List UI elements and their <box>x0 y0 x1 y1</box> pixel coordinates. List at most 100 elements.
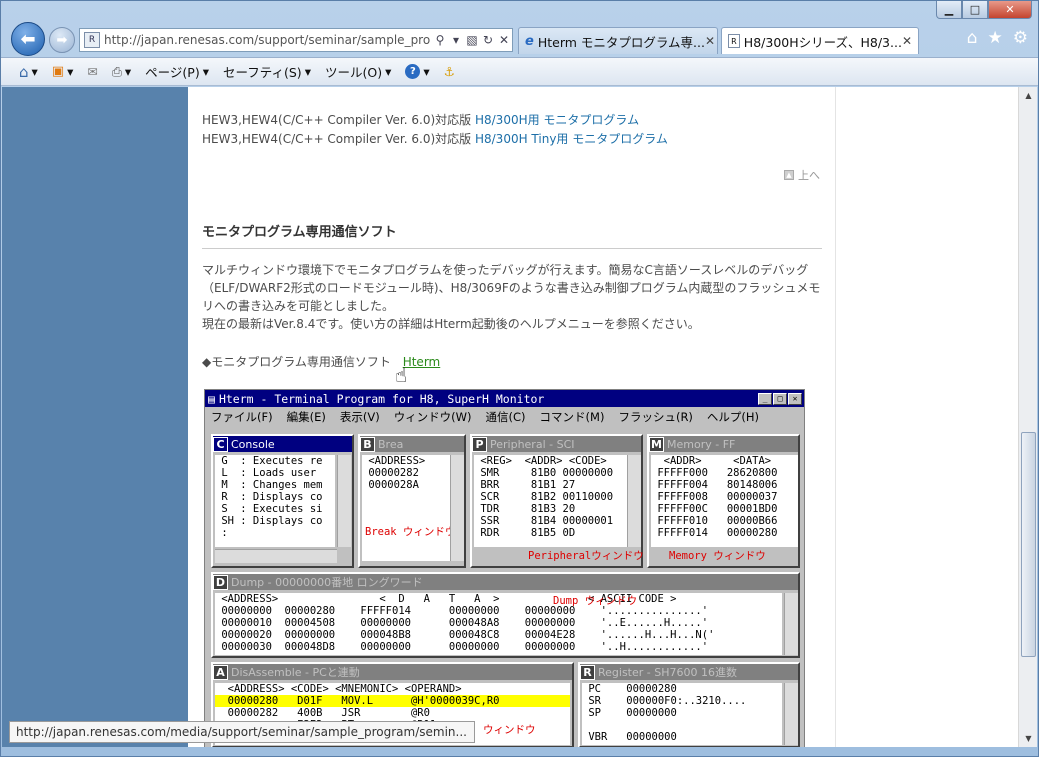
hterm-link[interactable]: Hterm <box>403 355 441 369</box>
dump-letter-icon: D <box>213 574 228 590</box>
memory-title: Memory - FF <box>667 437 736 451</box>
hterm-screenshot-image: ▤ Hterm - Terminal Program for H8, Super… <box>204 389 805 747</box>
print-icon: ⎙ <box>111 63 122 79</box>
download-line-1: HEW3,HEW4(C/C++ Compiler Ver. 6.0)対応版 H8… <box>202 111 639 128</box>
hterm-menu-item: 通信(C) <box>485 410 526 424</box>
help-icon: ? <box>405 64 421 79</box>
navigation-bar: ⬅ ➡ R http://japan.renesas.com/support/s… <box>1 19 1038 57</box>
break-titlebar: B Brea <box>360 436 464 452</box>
safety-menu[interactable]: セーフティ(S) ▾ <box>223 62 311 81</box>
description-text-1: マルチウィンドウ環境下でモニタプログラムを使ったデバッグが行えます。簡易なC言語… <box>202 263 821 313</box>
maximize-icon: □ <box>773 392 787 405</box>
break-text: <ADDRESS> 00000282 0000028A <box>362 455 450 561</box>
hterm-titlebar: ▤ Hterm - Terminal Program for H8, Super… <box>205 390 804 407</box>
renesas-favicon-icon: R <box>728 34 740 48</box>
console-subwindow: C Console G : Executes re L : Loads user … <box>211 434 354 568</box>
home-icon[interactable]: ⌂ <box>967 28 978 48</box>
break-subwindow: B Brea <ADDRESS> 00000282 0000028A Break … <box>358 434 466 568</box>
address-bar[interactable]: R http://japan.renesas.com/support/semin… <box>79 28 513 52</box>
tab-label: Hterm モニタプログラム専... <box>537 34 705 50</box>
tab-h8-300h[interactable]: R H8/300Hシリーズ、H8/3... ✕ <box>721 27 919 54</box>
hterm-menu-item: ヘルプ(H) <box>706 410 760 424</box>
back-to-top-link[interactable]: ▲ 上へ <box>784 167 820 183</box>
scroll-up-icon[interactable]: ▲ <box>1019 87 1038 104</box>
peripheral-vscroll <box>627 455 641 547</box>
disassemble-row-current: 00000280 D01F MOV.L @H'0000039C,R0 <box>215 695 570 707</box>
tab-hterm[interactable]: e Hterm モニタプログラム専... ✕ <box>518 27 718 54</box>
safety-menu-label: セーフティ(S) <box>223 65 302 80</box>
h8-300h-tiny-monitor-link[interactable]: H8/300H Tiny用 モニタプログラム <box>475 132 668 146</box>
maximize-button[interactable]: □ <box>962 1 988 19</box>
dump-vscroll <box>784 593 798 655</box>
dump-titlebar: D Dump - 00000000番地 ロングワード <box>213 574 798 590</box>
compatibility-view-icon[interactable]: ▧ <box>464 33 480 47</box>
disassemble-letter-icon: A <box>213 664 228 680</box>
search-icon[interactable]: ⚲ <box>432 33 448 47</box>
scroll-down-icon[interactable]: ▼ <box>1019 730 1038 747</box>
hterm-menu-item: 表示(V) <box>339 410 380 424</box>
forward-button[interactable]: ➡ <box>49 27 75 53</box>
memory-subwindow: M Memory - FF <ADDR> <DATA> FFFFF000 2862… <box>647 434 800 568</box>
dropdown-arrow-icon[interactable]: ▾ <box>448 33 464 47</box>
console-title: Console <box>231 437 275 451</box>
refresh-icon[interactable]: ↻ <box>480 33 496 47</box>
description-text-2: 現在の最新はVer.8.4です。使い方の詳細はHterm起動後のヘルプメニューを… <box>202 317 700 331</box>
disassemble-title: DisAssemble - PCと連動 <box>231 666 360 679</box>
help-dropdown[interactable]: ? ▾ <box>405 64 430 79</box>
window-controls: ▁ □ ✕ <box>936 1 1032 19</box>
peripheral-titlebar: P Peripheral - SCI <box>472 436 641 452</box>
hterm-menu-item: ウィンドウ(W) <box>393 410 472 424</box>
peripheral-window-label: Peripheralウィンドウ <box>528 550 644 562</box>
memory-letter-icon: M <box>649 436 664 452</box>
research-button[interactable]: ⚓ <box>444 64 455 79</box>
page-viewport: HEW3,HEW4(C/C++ Compiler Ver. 6.0)対応版 H8… <box>2 87 1019 747</box>
stop-icon[interactable]: ✕ <box>496 33 512 47</box>
page-menu[interactable]: ページ(P) ▾ <box>145 62 209 81</box>
hterm-menu-item: ファイル(F) <box>211 410 273 424</box>
home-icon: ⌂ <box>19 62 29 81</box>
page-menu-label: ページ(P) <box>145 65 200 80</box>
hterm-prefix: ◆モニタプログラム専用通信ソフト <box>202 355 391 369</box>
break-title: Brea <box>378 437 404 451</box>
scroll-thumb[interactable] <box>1021 432 1036 657</box>
peripheral-letter-icon: P <box>472 436 487 452</box>
close-tab-icon[interactable]: ✕ <box>705 34 715 48</box>
download-line-1-prefix: HEW3,HEW4(C/C++ Compiler Ver. 6.0)対応版 <box>202 113 472 127</box>
break-letter-icon: B <box>360 436 375 452</box>
mail-button[interactable]: ✉ <box>87 64 97 79</box>
minimize-button[interactable]: ▁ <box>936 1 962 19</box>
section-heading: モニタプログラム専用通信ソフト <box>202 221 822 249</box>
h8-300h-monitor-link[interactable]: H8/300H用 モニタプログラム <box>475 113 639 127</box>
tab-label: H8/300Hシリーズ、H8/3... <box>743 34 902 50</box>
hterm-window-controls: _ □ ✕ <box>758 392 804 405</box>
hterm-title: Hterm - Terminal Program for H8, SuperH … <box>218 391 545 406</box>
favorites-star-icon[interactable]: ★ <box>988 28 1003 48</box>
back-button[interactable]: ⬅ <box>11 22 45 56</box>
register-subwindow: R Register - SH7600 16進数 PC 00000280 SR 0… <box>578 662 800 747</box>
rss-feed-icon: ▣ <box>51 64 65 79</box>
tools-menu[interactable]: ツール(O) ▾ <box>325 62 391 81</box>
home-dropdown[interactable]: ⌂ ▾ <box>19 63 38 81</box>
memory-titlebar: M Memory - FF <box>649 436 798 452</box>
disassemble-window-label: ウィンドウ <box>483 724 536 736</box>
gear-icon[interactable]: ⚙ <box>1013 28 1028 48</box>
tools-menu-label: ツール(O) <box>324 65 383 80</box>
close-tab-icon[interactable]: ✕ <box>902 34 912 48</box>
register-text: PC 00000280 SR 000000F0:..3210.... SP 00… <box>582 683 782 745</box>
console-titlebar: C Console <box>213 436 352 452</box>
memory-text: <ADDR> <DATA> FFFFF000 28620800 FFFFF004… <box>651 455 798 547</box>
register-title: Register - SH7600 16進数 <box>598 666 737 679</box>
peripheral-text: <REG> <ADDR> <CODE> SMR 81B0 00000000 BR… <box>474 455 627 547</box>
page-scrollbar[interactable]: ▲ ▼ <box>1018 87 1037 747</box>
peripheral-title: Peripheral - SCI <box>490 437 575 451</box>
hterm-menubar: ファイル(F) 編集(E) 表示(V) ウィンドウ(W) 通信(C) コマンド(… <box>205 407 804 427</box>
dump-title: Dump - 00000000番地 ロングワード <box>231 576 423 589</box>
register-letter-icon: R <box>580 664 595 680</box>
address-url[interactable]: http://japan.renesas.com/support/seminar… <box>104 33 432 47</box>
dump-window-label: Dump ウィンドウ <box>553 595 638 607</box>
disassemble-header: <ADDRESS> <CODE> <MNEMONIC> <OPERAND> <box>215 683 462 695</box>
print-dropdown[interactable]: ⎙ ▾ <box>112 64 131 80</box>
hterm-menu-item: フラッシュ(R) <box>618 410 693 424</box>
close-window-button[interactable]: ✕ <box>988 1 1032 19</box>
feeds-dropdown[interactable]: ▣ ▾ <box>52 64 74 79</box>
